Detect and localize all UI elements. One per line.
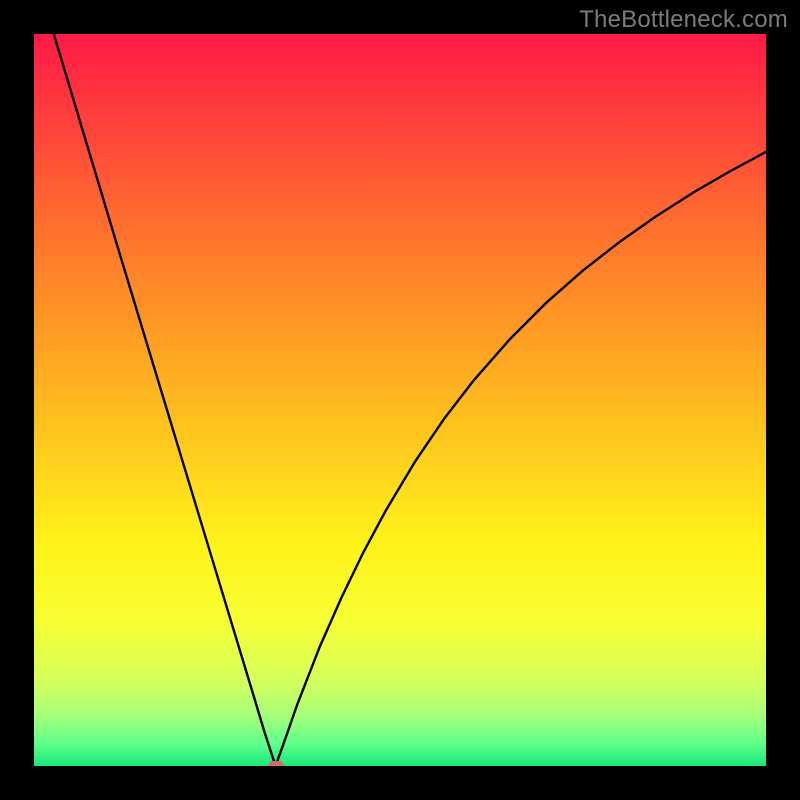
watermark-text: TheBottleneck.com: [579, 6, 788, 34]
optimal-point-marker: [268, 761, 284, 766]
plot-area: [34, 34, 766, 766]
bottleneck-curve: [34, 34, 766, 766]
chart-frame: TheBottleneck.com: [0, 0, 800, 800]
